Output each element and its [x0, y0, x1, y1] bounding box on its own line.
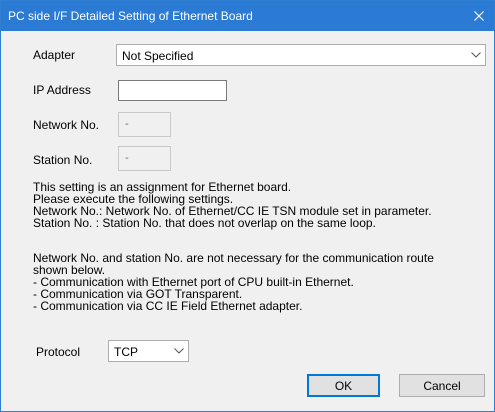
ok-button[interactable]: OK — [307, 374, 380, 397]
protocol-dropdown[interactable]: TCP — [108, 340, 189, 362]
station-no-value: - — [125, 152, 129, 164]
station-no-input: - — [118, 146, 171, 171]
network-no-input: - — [118, 112, 171, 137]
info-line: Station No. : Station No. that does not … — [33, 216, 376, 230]
title-bar[interactable]: PC side I/F Detailed Setting of Ethernet… — [1, 1, 494, 31]
close-icon — [474, 11, 484, 21]
ip-address-label: IP Address — [33, 83, 91, 97]
dialog-window: PC side I/F Detailed Setting of Ethernet… — [0, 0, 495, 412]
ip-address-input[interactable] — [118, 80, 227, 101]
adapter-dropdown[interactable]: Not Specified — [116, 44, 486, 66]
adapter-value: Not Specified — [122, 49, 194, 63]
adapter-label: Adapter — [33, 48, 76, 62]
window-title: PC side I/F Detailed Setting of Ethernet… — [8, 9, 253, 23]
protocol-label: Protocol — [36, 345, 81, 359]
network-no-value: - — [125, 118, 129, 130]
info-line: - Communication via CC IE Field Ethernet… — [33, 299, 303, 313]
network-no-label: Network No. — [33, 118, 100, 132]
close-button[interactable] — [464, 1, 494, 31]
chevron-down-icon — [471, 52, 481, 58]
cancel-button[interactable]: Cancel — [399, 374, 485, 397]
protocol-value: TCP — [114, 345, 138, 359]
chevron-down-icon — [174, 348, 184, 354]
station-no-label: Station No. — [33, 153, 93, 167]
dialog-body: Adapter Not Specified IP Address Network… — [1, 31, 494, 411]
